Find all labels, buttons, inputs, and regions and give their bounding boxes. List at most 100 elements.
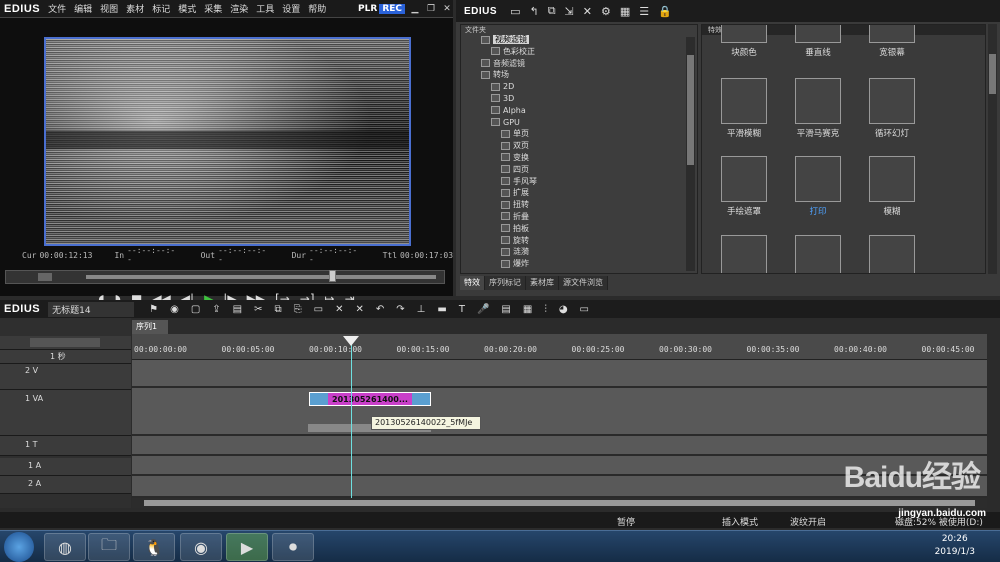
rec-toggle[interactable]: REC (379, 3, 405, 14)
delete-tl-icon[interactable]: ✕ (335, 304, 343, 315)
sync-icon[interactable]: ▬ (437, 304, 446, 315)
app-360-icon[interactable]: ◍ (44, 533, 86, 561)
undo-icon[interactable]: ↶ (376, 304, 384, 315)
lane-2v[interactable] (132, 360, 987, 388)
tree-item[interactable]: 扩展 (461, 187, 697, 199)
track-1va[interactable]: 1 VA (0, 390, 131, 436)
timeline-scrollbar[interactable] (132, 498, 987, 508)
plr-toggle[interactable]: PLR (358, 4, 377, 14)
color-icon[interactable]: ◕ (559, 304, 568, 315)
tree-item[interactable]: 折叠 (461, 211, 697, 223)
video-clip[interactable]: 201305261400... (309, 392, 431, 406)
new-icon[interactable]: ▢ (191, 304, 200, 315)
effect-item[interactable]: 宽银幕 (862, 25, 922, 58)
edius-taskbar-icon[interactable]: ▶ (226, 533, 268, 561)
mixer-icon[interactable]: ⊥ (417, 304, 426, 315)
effect-item[interactable]: 平滑模糊 (714, 78, 774, 139)
render-icon[interactable]: ▤ (501, 304, 510, 315)
menu-mode[interactable]: 模式 (174, 2, 200, 15)
lane-1va[interactable] (132, 388, 987, 436)
tree-item[interactable]: 拍板 (461, 223, 697, 235)
save-icon[interactable]: ▤ (233, 304, 242, 315)
tree-item[interactable]: 视频滤镜 (461, 34, 697, 46)
effect-thumbnail[interactable] (721, 235, 767, 273)
tree-item[interactable]: 2D (461, 81, 697, 93)
tree-item[interactable]: Alpha (461, 105, 697, 117)
ripple-delete-icon[interactable]: ✕ (356, 304, 364, 315)
tree-item[interactable]: 单页 (461, 128, 697, 140)
effect-item[interactable]: 循环幻灯 (862, 78, 922, 139)
tree-item[interactable]: 涟漪 (461, 246, 697, 258)
properties-icon[interactable]: ⚙ (601, 5, 611, 18)
tree-item[interactable]: 手风琴 (461, 176, 697, 188)
cut-point-icon[interactable]: ⚑ (149, 304, 158, 315)
system-clock[interactable]: 20:26 2019/1/3 (935, 533, 975, 559)
status-insert[interactable]: 插入模式 (722, 515, 758, 528)
menu-capture[interactable]: 采集 (200, 2, 226, 15)
up-folder-icon[interactable]: ↰ (529, 5, 538, 18)
track-1t[interactable]: 1 T (0, 436, 131, 456)
effect-item[interactable]: 垂直线 (788, 25, 848, 58)
audio-mixer-icon[interactable]: ⫶ (544, 304, 547, 315)
effect-thumbnail[interactable] (795, 235, 841, 273)
effect-item[interactable]: 块颜色 (714, 25, 774, 58)
tab-sequence-markers[interactable]: 序列标记 (485, 276, 526, 290)
layout-icon[interactable]: ▭ (580, 304, 589, 315)
delete-icon[interactable]: ✕ (583, 5, 592, 18)
tree-item[interactable]: 爆炸 (461, 258, 697, 270)
title-icon[interactable]: T (459, 304, 465, 315)
tree-item[interactable]: GPU (461, 117, 697, 129)
zoom-scale[interactable]: 1 秒 (0, 350, 131, 364)
redo-icon[interactable]: ↷ (396, 304, 404, 315)
folder-icon[interactable]: ▭ (510, 5, 520, 18)
scrub-bar[interactable] (5, 270, 445, 284)
menu-help[interactable]: 帮助 (304, 2, 330, 15)
menu-file[interactable]: 文件 (44, 2, 70, 15)
menu-render[interactable]: 渲染 (226, 2, 252, 15)
menu-marker[interactable]: 标记 (148, 2, 174, 15)
tab-effects[interactable]: 特效 (460, 276, 485, 290)
copy-icon[interactable]: ⧉ (548, 4, 556, 18)
tree-item[interactable]: 扭转 (461, 199, 697, 211)
start-button[interactable] (4, 532, 34, 562)
tab-library[interactable]: 素材库 (526, 276, 559, 290)
close-icon[interactable]: ✕ (441, 3, 453, 15)
qq-icon[interactable]: 🐧 (133, 533, 175, 561)
restore-icon[interactable]: ❐ (425, 3, 437, 15)
tree-item[interactable]: 音频滤镜 (461, 58, 697, 70)
tree-item[interactable]: 色彩校正 (461, 46, 697, 58)
shuttle-slider[interactable] (38, 273, 52, 281)
track-2v[interactable]: 2 V (0, 364, 131, 390)
effect-item[interactable]: 平滑马赛克 (788, 78, 848, 139)
timeline-ruler[interactable]: 00:00:00:00 00:00:05:00 00:00:10:00 00:00:1… (132, 334, 987, 360)
effect-item[interactable]: 模糊 (862, 156, 922, 217)
paste-icon[interactable]: ⇲ (565, 5, 574, 18)
scrub-handle[interactable] (329, 270, 336, 282)
tree-item[interactable]: 转场 (461, 69, 697, 81)
menu-settings[interactable]: 设置 (278, 2, 304, 15)
menu-view[interactable]: 视图 (96, 2, 122, 15)
effect-item[interactable]: 打印 (788, 156, 848, 217)
tree-item[interactable]: 变换 (461, 152, 697, 164)
status-ripple[interactable]: 波纹开启 (790, 515, 826, 528)
menu-edit[interactable]: 编辑 (70, 2, 96, 15)
effect-item[interactable]: 手绘遮罩 (714, 156, 774, 217)
effect-thumbnail[interactable] (869, 235, 915, 273)
track-1a[interactable]: 1 A (0, 458, 131, 476)
grid-icon[interactable]: ▦ (523, 304, 532, 315)
replace-icon[interactable]: ▭ (314, 304, 323, 315)
tree-item[interactable]: 3D (461, 93, 697, 105)
sequence-tab[interactable]: 序列1 (132, 320, 168, 334)
lock-icon[interactable]: 🔒 (658, 5, 672, 18)
menu-clip[interactable]: 素材 (122, 2, 148, 15)
open-icon[interactable]: ⇪ (212, 304, 220, 315)
menu-tools[interactable]: 工具 (252, 2, 278, 15)
firefox-icon[interactable]: ◉ (180, 533, 222, 561)
tree-item[interactable]: 双页 (461, 140, 697, 152)
recorder-icon[interactable]: ⏺ (272, 533, 314, 561)
tree-item[interactable]: 四页 (461, 164, 697, 176)
copy-tl-icon[interactable]: ⧉ (275, 304, 282, 315)
paste-tl-icon[interactable]: ⎘ (294, 304, 302, 315)
track-2a[interactable]: 2 A (0, 476, 131, 494)
tree-item[interactable]: 旋转 (461, 235, 697, 247)
